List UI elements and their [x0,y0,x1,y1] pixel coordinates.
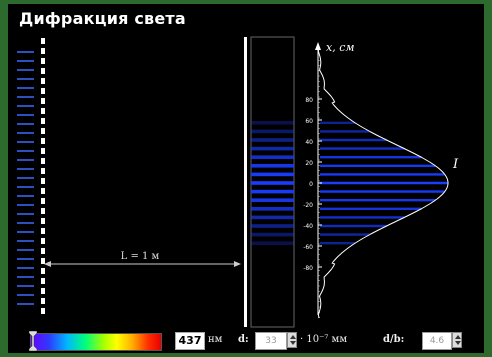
intensity-label: I [452,157,459,172]
fringe-band [251,121,294,125]
fringe-band [251,207,294,211]
fringe-band [251,215,294,220]
grating-slit [41,308,45,314]
tick-label: -40 [303,223,313,230]
arrow-left-icon [44,261,51,267]
diffraction-grating[interactable] [41,38,45,314]
screen-line [244,37,247,327]
tick-label: -60 [303,244,313,251]
grating-slit [41,278,45,284]
grating-slit [41,158,45,164]
grating-slit [41,48,45,54]
db-stepper-icon[interactable] [452,332,462,348]
grating-slit [41,208,45,214]
tick-label: -80 [303,265,313,272]
fringe-band [251,198,294,202]
grating-slit [41,218,45,224]
fringe-band [251,181,294,185]
d-input[interactable]: 33 [255,332,287,350]
fringe-band [251,164,294,168]
tick-label: 40 [305,139,313,146]
distance-label: L = 1 м [121,251,160,262]
tick-label: 80 [305,97,313,104]
grating-slit [41,58,45,64]
grating-slit [41,198,45,204]
axis-label: x, см [326,41,354,54]
grating-slit [41,298,45,304]
fringe-pattern [251,121,448,245]
grating-slit [41,38,45,44]
wavelength-spectrum-slider[interactable] [30,333,162,351]
grating-slit [41,258,45,264]
grating-slit [41,238,45,244]
fringe-band [251,232,294,237]
grating-slit [41,268,45,274]
grating-slit [41,228,45,234]
fringe-band [251,241,294,245]
fringe-band [251,189,294,194]
grating-slit [41,78,45,84]
d-label: d: [238,334,249,345]
grating-slit [41,248,45,254]
fringe-band [251,138,294,142]
wavelength-unit: нм [208,334,223,345]
grating-slit [41,128,45,134]
db-label: d/b: [383,334,405,345]
tick-label: 20 [305,160,313,167]
tick-label: 60 [305,118,313,125]
tick-label: 0 [309,181,313,188]
fringe-band [251,224,294,228]
fringe-band [251,155,294,159]
grating-slit [41,148,45,154]
grating-slit [41,118,45,124]
grating-slit [41,68,45,74]
fringe-band [251,129,294,134]
grating-slit [41,98,45,104]
fringe-band [251,146,294,151]
grating-slit [41,178,45,184]
d-stepper-icon[interactable] [287,332,297,348]
wavelength-value[interactable]: 437 [175,332,205,350]
control-bar: 437 нм d: 33 · 10⁻⁷ мм d/b: 4.6 [0,329,492,353]
incoming-light [17,51,34,305]
grating-slit [41,288,45,294]
fringe-band [251,172,294,177]
spectrum-marker-icon[interactable] [29,331,37,351]
axis-arrow-icon [315,42,321,50]
scene: L = 1 м x, см 80 60 40 20 0 -20 -40 -60 -80 I [17,36,459,328]
diffraction-app: Дифракция света L = 1 м x, см 80 60 40 20 0-… [0,0,492,357]
arrow-right-icon [234,261,241,267]
grating-slit [41,88,45,94]
d-unit: · 10⁻⁷ мм [300,334,348,345]
grating-slit [41,108,45,114]
grating-slit [41,188,45,194]
tick-label: -20 [303,202,313,209]
axis-ticks: 80 60 40 20 0 -20 -40 -60 -80 [303,54,322,318]
db-input[interactable]: 4.6 [422,332,452,350]
grating-slit [41,138,45,144]
grating-slit [41,168,45,174]
